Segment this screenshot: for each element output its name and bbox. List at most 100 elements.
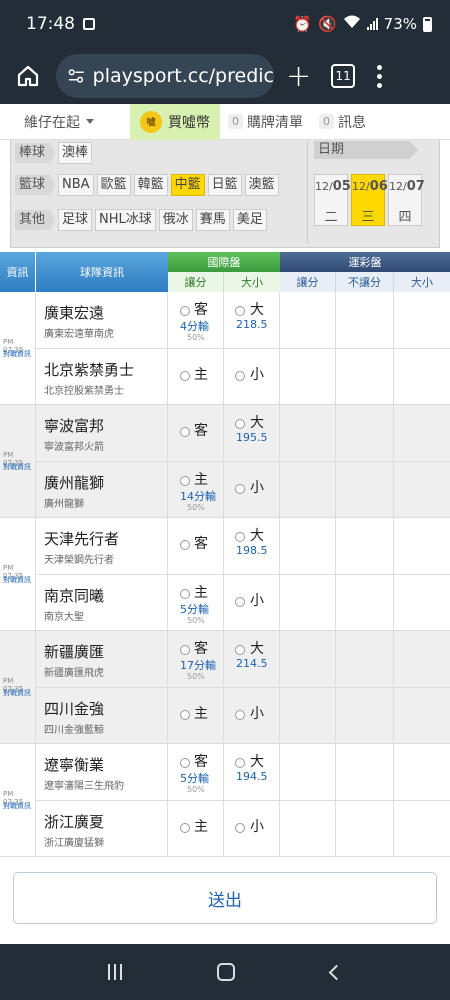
- team-fullname: 寧波富邦火箭: [44, 442, 104, 453]
- lottery-nospread-cell: [336, 462, 394, 518]
- total-radio[interactable]: [235, 823, 245, 833]
- intl-spread-cell[interactable]: 主: [168, 801, 224, 857]
- date-option[interactable]: 12/05 二: [314, 174, 351, 226]
- new-tab-icon[interactable]: +: [286, 59, 311, 94]
- team-fullname: 天津榮鋼先行者: [44, 555, 114, 566]
- back-icon[interactable]: [328, 964, 345, 980]
- intl-spread-cell[interactable]: 客 5分輸 50%: [168, 744, 224, 800]
- total-radio[interactable]: [235, 710, 245, 720]
- intl-total-cell[interactable]: 大 218.5: [224, 292, 280, 348]
- total-radio[interactable]: [235, 371, 245, 381]
- team-home: 四川金強 四川金強藍鯨: [36, 688, 168, 744]
- intl-spread-cell[interactable]: 主: [168, 688, 224, 744]
- matchup-link[interactable]: 對戰資訊: [3, 688, 31, 698]
- date-option[interactable]: 12/07 四: [388, 174, 425, 226]
- home-nav-icon[interactable]: [217, 963, 236, 981]
- lottery-nospread-cell: [336, 744, 394, 800]
- league-chip[interactable]: 賽馬: [195, 209, 230, 231]
- league-chip[interactable]: 韓籃: [133, 174, 168, 196]
- total-radio[interactable]: [235, 645, 245, 655]
- team-name: 新疆廣匯: [44, 643, 105, 661]
- status-bar: 17:48 ⏰ 🔇 73%: [0, 0, 450, 48]
- total-radio[interactable]: [235, 532, 245, 542]
- submit-button[interactable]: 送出: [13, 872, 437, 924]
- matchup-link[interactable]: 對戰資訊: [3, 462, 31, 472]
- league-chip[interactable]: NHL冰球: [95, 209, 156, 231]
- side-label: 客: [194, 754, 208, 770]
- browser-toolbar: playsport.cc/predic + 11: [0, 48, 450, 104]
- intl-total-cell[interactable]: 小: [224, 575, 280, 631]
- intl-spread-cell[interactable]: 客 17分輸 50%: [168, 631, 224, 687]
- intl-spread-cell[interactable]: 主: [168, 349, 224, 405]
- tab-switcher-button[interactable]: 11: [331, 64, 356, 88]
- row-divider: [36, 687, 450, 688]
- league-chip[interactable]: NBA: [58, 174, 94, 196]
- intl-spread-cell[interactable]: 客: [168, 405, 224, 461]
- spread-radio[interactable]: [180, 758, 190, 768]
- header-info: 資訊: [0, 252, 36, 292]
- intl-spread-cell[interactable]: 主 5分輸 50%: [168, 575, 224, 631]
- league-chip[interactable]: 澳棒: [58, 142, 93, 164]
- game-row: PM 07:35 對戰資訊 遼寧衡業 遼寧瀋陽三生飛豹 客 5分輸 50% 大 194.5 浙江廣…: [0, 744, 450, 857]
- spread-radio[interactable]: [180, 427, 190, 437]
- header-team: 球隊資訊: [36, 252, 168, 292]
- intl-total-cell[interactable]: 大 198.5: [224, 518, 280, 574]
- spread-radio[interactable]: [180, 645, 190, 655]
- league-chip[interactable]: 歐籃: [96, 174, 131, 196]
- site-settings-icon[interactable]: [68, 68, 85, 84]
- mute-icon: 🔇: [317, 15, 337, 33]
- team-away: 遼寧衡業 遼寧瀋陽三生飛豹: [36, 744, 168, 800]
- intl-total-cell[interactable]: 大 194.5: [224, 744, 280, 800]
- league-chip[interactable]: 足球: [58, 209, 93, 231]
- league-chip[interactable]: 澳籃: [244, 174, 279, 196]
- header-lot-total: 大小: [394, 272, 450, 292]
- team-name: 廣東宏遠: [44, 304, 105, 322]
- intl-total-cell[interactable]: 小: [224, 349, 280, 405]
- intl-spread-cell[interactable]: 主 14分輸 50%: [168, 462, 224, 518]
- intl-spread-cell[interactable]: 客 4分輸 50%: [168, 292, 224, 348]
- url-text: playsport.cc/predic: [92, 65, 274, 87]
- messages-link[interactable]: 0 訊息: [311, 104, 374, 140]
- spread-radio[interactable]: [180, 589, 190, 599]
- total-radio[interactable]: [235, 306, 245, 316]
- intl-total-cell[interactable]: 小: [224, 801, 280, 857]
- android-nav-bar: [0, 944, 450, 1000]
- intl-total-cell[interactable]: 大 195.5: [224, 405, 280, 461]
- buy-coin-button[interactable]: 噓 買噓幣: [130, 103, 220, 140]
- league-chip[interactable]: 俄冰: [158, 209, 193, 231]
- spread-value: 5分輸: [180, 772, 209, 785]
- row-divider: [36, 800, 450, 801]
- address-bar[interactable]: playsport.cc/predic: [56, 54, 274, 98]
- spread-radio[interactable]: [180, 710, 190, 720]
- game-row: PM 07:35 對戰資訊 寧波富邦 寧波富邦火箭客大 195.5 廣州龍獅 廣州龍獅主 14…: [0, 405, 450, 518]
- menu-icon[interactable]: [377, 64, 383, 88]
- side-label: 主: [194, 472, 208, 488]
- bundle-dropdown[interactable]: 維仔在起: [4, 104, 114, 140]
- intl-total-cell[interactable]: 小: [224, 462, 280, 518]
- total-label: 大: [250, 415, 264, 431]
- total-radio[interactable]: [235, 484, 245, 494]
- total-radio[interactable]: [235, 597, 245, 607]
- matchup-link[interactable]: 對戰資訊: [3, 349, 31, 359]
- spread-radio[interactable]: [180, 476, 190, 486]
- spread-radio[interactable]: [180, 371, 190, 381]
- spread-radio[interactable]: [180, 306, 190, 316]
- spread-radio[interactable]: [180, 540, 190, 550]
- intl-total-cell[interactable]: 大 214.5: [224, 631, 280, 687]
- cart-link[interactable]: 0 購牌清單: [220, 104, 311, 140]
- league-chip-selected[interactable]: 中籃: [170, 174, 205, 196]
- intl-spread-cell[interactable]: 客: [168, 518, 224, 574]
- matchup-link[interactable]: 對戰資訊: [3, 801, 31, 811]
- total-radio[interactable]: [235, 419, 245, 429]
- home-button[interactable]: [8, 56, 48, 96]
- side-label: 主: [194, 819, 208, 835]
- header-lottery: 運彩盤: [280, 252, 450, 272]
- intl-total-cell[interactable]: 小: [224, 688, 280, 744]
- league-chip[interactable]: 日籃: [207, 174, 242, 196]
- matchup-link[interactable]: 對戰資訊: [3, 575, 31, 585]
- total-radio[interactable]: [235, 758, 245, 768]
- recent-apps-icon[interactable]: [107, 964, 122, 980]
- league-chip[interactable]: 美足: [232, 209, 267, 231]
- spread-radio[interactable]: [180, 823, 190, 833]
- date-option-selected[interactable]: 12/06 三: [351, 174, 388, 226]
